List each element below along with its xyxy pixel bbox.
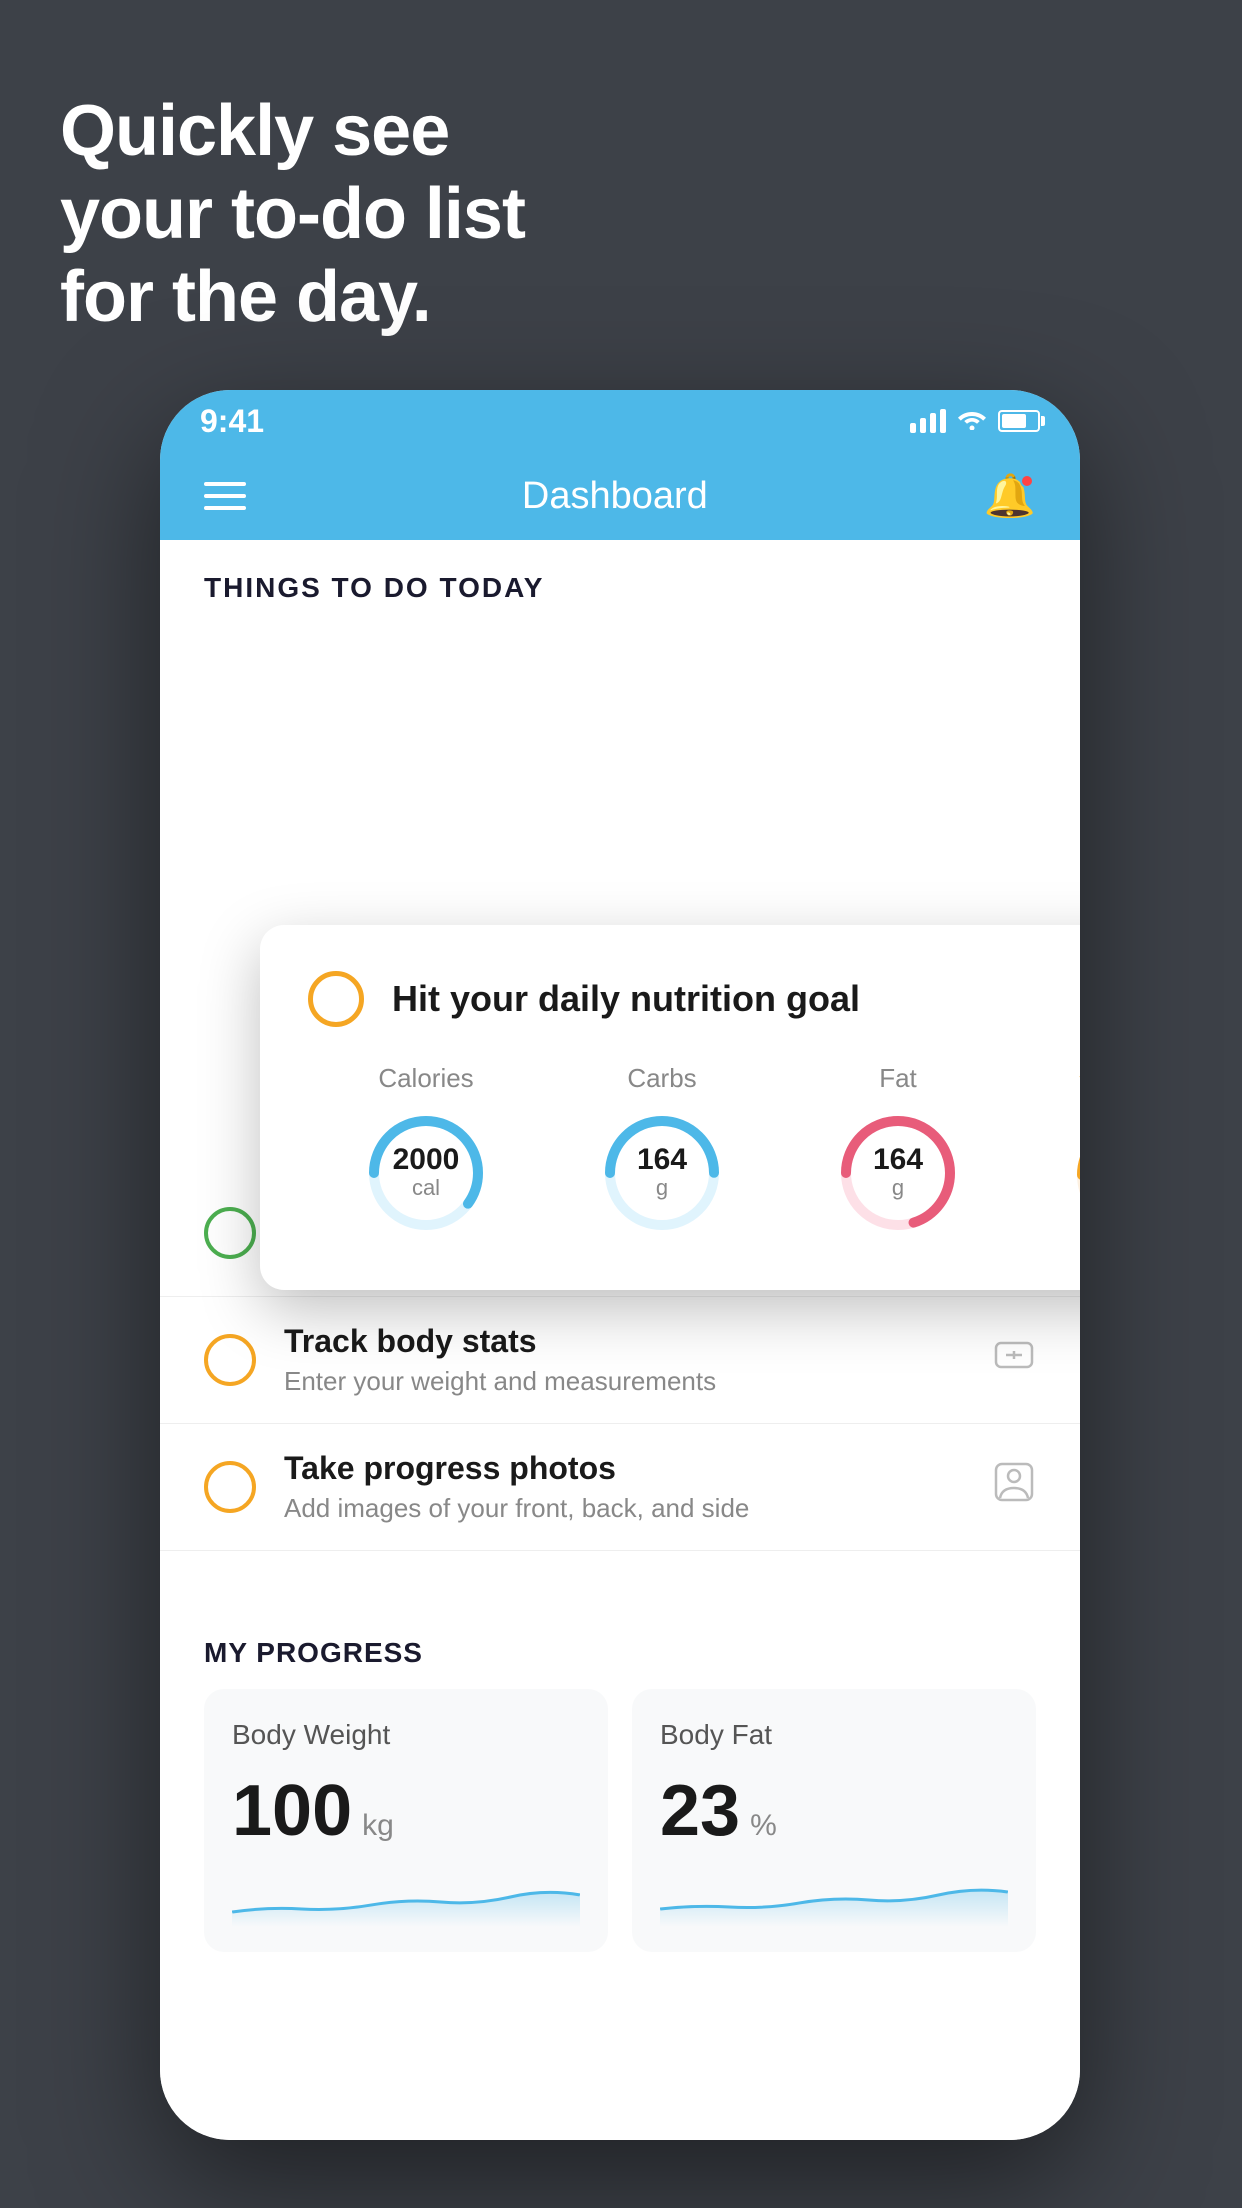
things-to-do-header: THINGS TO DO TODAY [160,540,1080,620]
phone-mockup: 9:41 [160,390,1080,2140]
progress-section: MY PROGRESS Body Weight 100 kg [160,1601,1080,1952]
card-title-row: Hit your daily nutrition goal [308,971,1080,1027]
todo-content-body-stats: Track body stats Enter your weight and m… [284,1323,964,1397]
body-weight-sparkline [232,1867,580,1927]
calories-value: 2000 [393,1145,460,1175]
nav-bar: Dashboard 🔔 [160,452,1080,540]
fat-circle: 164 g [833,1108,963,1238]
bell-notification-dot [1020,474,1034,488]
body-fat-sparkline [660,1867,1008,1927]
body-fat-card: Body Fat 23 % [632,1689,1036,1952]
status-icons [910,406,1040,437]
carbs-value: 164 [637,1145,687,1175]
floating-nutrition-card: Hit your daily nutrition goal Calories 2… [260,925,1080,1290]
hamburger-menu[interactable] [204,482,246,510]
body-fat-value-row: 23 % [660,1775,1008,1847]
calories-circle: 2000 cal [361,1108,491,1238]
nutrition-fat: Fat 164 g [833,1063,963,1238]
todo-circle-body-stats [204,1334,256,1386]
fat-label: Fat [879,1063,917,1094]
body-weight-card: Body Weight 100 kg [204,1689,608,1952]
body-fat-value: 23 [660,1775,740,1847]
nutrition-carbs: Carbs 164 g [597,1063,727,1238]
nutrition-protein: ★ Protein 164 g [1069,1063,1080,1240]
nav-title: Dashboard [522,475,708,518]
progress-header: MY PROGRESS [204,1601,1036,1689]
person-icon [992,1460,1036,1514]
todo-title-body-stats: Track body stats [284,1323,964,1360]
body-fat-title: Body Fat [660,1719,1008,1751]
nutrition-calories: Calories 2000 cal [361,1063,491,1238]
bell-icon[interactable]: 🔔 [984,472,1036,521]
battery-icon [998,410,1040,432]
body-weight-unit: kg [362,1809,394,1843]
status-bar: 9:41 [160,390,1080,452]
wifi-icon [956,406,988,437]
todo-circle-progress-photos [204,1461,256,1513]
carbs-circle: 164 g [597,1108,727,1238]
protein-circle: 164 g [1069,1110,1080,1240]
status-time: 9:41 [200,403,264,440]
body-weight-title: Body Weight [232,1719,580,1751]
scale-icon [992,1333,1036,1387]
body-weight-value-row: 100 kg [232,1775,580,1847]
calories-label: Calories [378,1063,473,1094]
todo-circle-running [204,1207,256,1259]
todo-item-progress-photos[interactable]: Take progress photos Add images of your … [160,1424,1080,1551]
signal-icon [910,409,946,433]
nutrition-circles: Calories 2000 cal Carbs [308,1063,1080,1240]
body-weight-value: 100 [232,1775,352,1847]
calories-unit: cal [412,1175,440,1201]
card-title: Hit your daily nutrition goal [392,978,860,1020]
todo-subtitle-body-stats: Enter your weight and measurements [284,1366,964,1397]
fat-unit: g [892,1175,904,1201]
todo-subtitle-progress-photos: Add images of your front, back, and side [284,1493,964,1524]
todo-content-progress-photos: Take progress photos Add images of your … [284,1450,964,1524]
todo-item-body-stats[interactable]: Track body stats Enter your weight and m… [160,1297,1080,1424]
card-check-circle [308,971,364,1027]
phone-inner: 9:41 [160,390,1080,2140]
todo-title-progress-photos: Take progress photos [284,1450,964,1487]
progress-cards: Body Weight 100 kg [204,1689,1036,1952]
headline: Quickly see your to-do list for the day. [60,90,525,338]
carbs-unit: g [656,1175,668,1201]
fat-value: 164 [873,1145,923,1175]
star-icon: ★ [1077,1063,1080,1096]
body-fat-unit: % [750,1809,777,1843]
carbs-label: Carbs [627,1063,696,1094]
